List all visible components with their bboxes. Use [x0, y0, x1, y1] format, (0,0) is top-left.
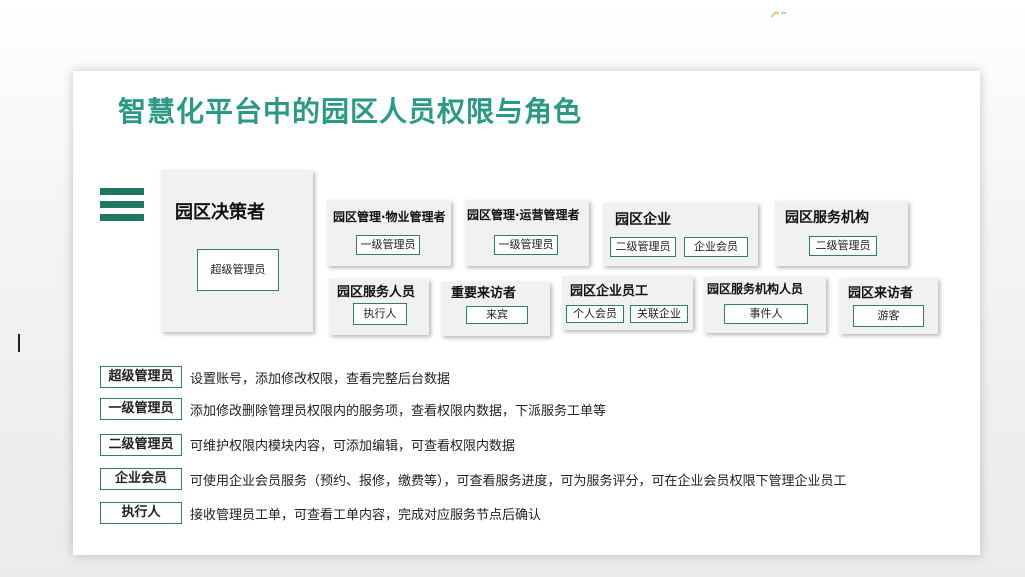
- card-title: 园区管理·物业管理者: [333, 210, 446, 224]
- card-enterprise-employee: 园区企业员工 个人会员 关联企业: [562, 276, 693, 330]
- tag-affiliated-enterprise: 关联企业: [630, 305, 688, 323]
- card-operation-manager: 园区管理·运营管理者 一级管理员: [465, 200, 589, 266]
- card-decision-maker: 园区决策者 超级管理员: [161, 170, 313, 332]
- role-label-level2-admin: 二级管理员: [100, 434, 182, 456]
- card-service-org: 园区服务机构 二级管理员: [775, 201, 908, 266]
- page-title: 智慧化平台中的园区人员权限与角色: [118, 95, 583, 128]
- tag-guest: 来宾: [466, 306, 528, 324]
- tag-level2-admin: 二级管理员: [610, 237, 676, 257]
- tag-level1-admin: 一级管理员: [494, 235, 558, 255]
- tag-level1-admin: 一级管理员: [356, 235, 420, 255]
- role-label-executor: 执行人: [100, 502, 182, 524]
- role-desc-super-admin: 设置账号，添加修改权限，查看完整后台数据: [190, 372, 451, 387]
- card-title: 园区来访者: [848, 286, 914, 301]
- tag-level2-admin: 二级管理员: [809, 236, 877, 256]
- role-label-level1-admin: 一级管理员: [100, 398, 182, 420]
- card-title: 园区服务人员: [337, 285, 416, 300]
- card-title: 重要来访者: [451, 286, 517, 301]
- card-title: 园区企业员工: [570, 284, 649, 299]
- tag-executor: 执行人: [353, 303, 407, 325]
- role-label-enterprise-member: 企业会员: [100, 468, 182, 490]
- decoration-mark-icon: [770, 11, 786, 18]
- tag-tourist: 游客: [853, 305, 924, 327]
- tag-enterprise-member: 企业会员: [684, 237, 748, 257]
- card-visitor: 园区来访者 游客: [839, 278, 938, 334]
- role-label-super-admin: 超级管理员: [100, 366, 182, 388]
- tag-personal-member: 个人会员: [566, 305, 624, 323]
- role-desc-enterprise-member: 可使用企业会员服务（预约、报修，缴费等），可查看服务进度，可为服务评分，可在企业…: [190, 474, 847, 489]
- tag-event-person: 事件人: [724, 304, 808, 324]
- card-service-staff: 园区服务人员 执行人: [329, 279, 429, 335]
- role-desc-level1-admin: 添加修改删除管理员权限内的服务项，查看权限内数据，下派服务工单等: [190, 404, 607, 419]
- card-title: 园区企业: [615, 212, 671, 228]
- card-title: 园区管理·运营管理者: [467, 208, 580, 222]
- text-cursor-icon: [18, 334, 20, 352]
- card-title: 园区服务机构: [785, 210, 869, 226]
- tag-super-admin: 超级管理员: [197, 249, 279, 291]
- card-property-manager: 园区管理·物业管理者 一级管理员: [327, 200, 451, 266]
- card-enterprise: 园区企业 二级管理员 企业会员: [603, 203, 758, 266]
- role-desc-executor: 接收管理员工单，可查看工单内容，完成对应服务节点后确认: [190, 508, 542, 523]
- card-title: 园区决策者: [175, 202, 265, 223]
- card-vip-visitor: 重要来访者 来宾: [441, 282, 550, 336]
- card-service-org-staff: 园区服务机构人员 事件人: [704, 277, 826, 333]
- menu-icon: [100, 188, 144, 222]
- card-title: 园区服务机构人员: [707, 282, 804, 296]
- role-desc-level2-admin: 可维护权限内模块内容，可添加编辑，可查看权限内数据: [190, 439, 516, 454]
